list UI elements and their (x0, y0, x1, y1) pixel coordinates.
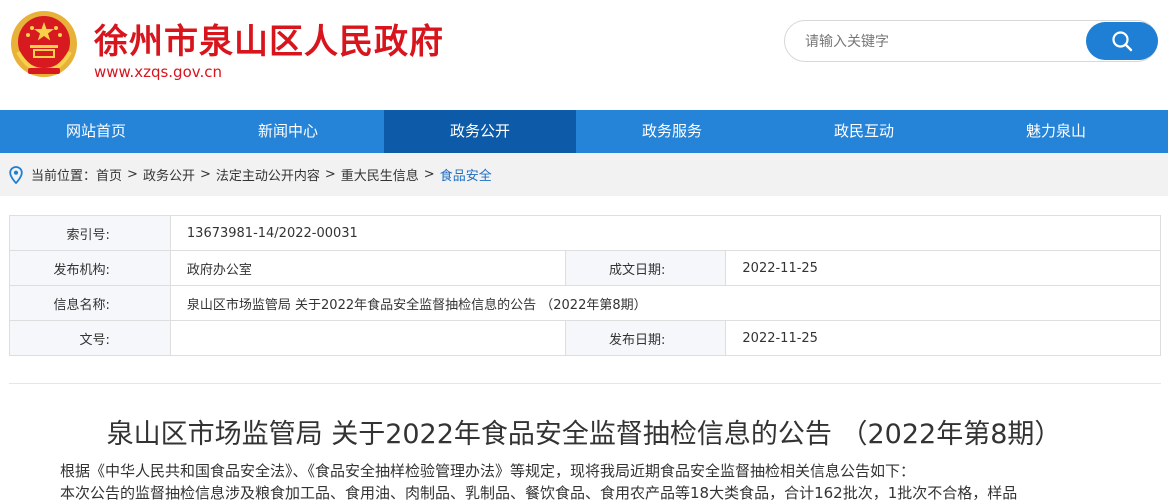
site-url[interactable]: www.xzqs.gov.cn (94, 63, 222, 81)
main-nav: 网站首页 新闻中心 政务公开 政务服务 政民互动 魅力泉山 (0, 110, 1168, 153)
nav-item-gov-services[interactable]: 政务服务 (576, 110, 768, 153)
breadcrumb-separator: > (127, 167, 138, 182)
breadcrumb-gov-affairs[interactable]: 政务公开 (143, 165, 195, 184)
divider (9, 383, 1161, 384)
created-date-label: 成文日期: (564, 250, 727, 286)
published-date-value: 2022-11-25 (725, 320, 1161, 356)
article-paragraph: 根据《中华人民共和国食品安全法》、《食品安全抽样检验管理办法》等规定，现将我局近… (60, 462, 916, 480)
info-name-value: 泉山区市场监管局 关于2022年食品安全监督抽检信息的公告 （2022年第8期） (169, 285, 1162, 321)
search-icon (1112, 31, 1133, 52)
breadcrumb-prefix: 当前位置： (31, 169, 97, 184)
article-paragraph: 本次公告的监督抽检信息涉及粮食加工品、食用油、肉制品、乳制品、餐饮食品、食用农产… (60, 484, 1018, 502)
published-date-label: 发布日期: (564, 320, 727, 356)
national-emblem-icon (11, 11, 77, 77)
search-box (784, 20, 1158, 62)
search-button[interactable] (1086, 22, 1158, 60)
table-row: 索引号: 13673981-14/2022-00031 (9, 215, 1162, 251)
site-header: 徐州市泉山区人民政府 www.xzqs.gov.cn (0, 0, 1168, 110)
breadcrumb: 当前位置： 首页 > 政务公开 > 法定主动公开内容 > 重大民生信息 > 食品… (0, 153, 1168, 196)
breadcrumb-separator: > (423, 167, 435, 182)
breadcrumb-statutory[interactable]: 法定主动公开内容 (216, 165, 320, 184)
index-value: 13673981-14/2022-00031 (169, 215, 1162, 251)
info-name-label: 信息名称: (9, 285, 171, 321)
nav-item-interaction[interactable]: 政民互动 (768, 110, 960, 153)
table-row: 信息名称: 泉山区市场监管局 关于2022年食品安全监督抽检信息的公告 （202… (9, 285, 1162, 321)
nav-item-news[interactable]: 新闻中心 (192, 110, 384, 153)
article-title: 泉山区市场监管局 关于2022年食品安全监督抽检信息的公告 （2022年第8期） (106, 419, 1062, 450)
created-date-value: 2022-11-25 (725, 250, 1161, 286)
doc-number-value (169, 320, 566, 356)
breadcrumb-food-safety[interactable]: 食品安全 (440, 165, 492, 184)
info-table: 索引号: 13673981-14/2022-00031 发布机构: 政府办公室 … (9, 215, 1162, 356)
breadcrumb-separator: > (199, 167, 211, 182)
org-value: 政府办公室 (169, 250, 566, 286)
breadcrumb-separator: > (324, 167, 336, 182)
site-title[interactable]: 徐州市泉山区人民政府 (94, 14, 444, 63)
table-row: 文号: 发布日期: 2022-11-25 (9, 320, 1161, 356)
org-label: 发布机构: (9, 250, 171, 286)
article-body: 根据《中华人民共和国食品安全法》、《食品安全抽样检验管理办法》等规定，现将我局近… (60, 460, 1150, 504)
breadcrumb-home[interactable]: 首页 (96, 165, 122, 184)
breadcrumb-livelihood[interactable]: 重大民生信息 (341, 165, 419, 184)
doc-number-label: 文号: (9, 320, 171, 356)
nav-item-charm[interactable]: 魅力泉山 (960, 110, 1152, 153)
nav-item-home[interactable]: 网站首页 (0, 110, 192, 153)
index-label: 索引号: (9, 215, 171, 251)
location-pin-icon (9, 165, 23, 184)
search-input[interactable] (803, 29, 1087, 55)
table-row: 发布机构: 政府办公室 成文日期: 2022-11-25 (9, 250, 1161, 286)
nav-item-gov-affairs[interactable]: 政务公开 (384, 110, 576, 153)
